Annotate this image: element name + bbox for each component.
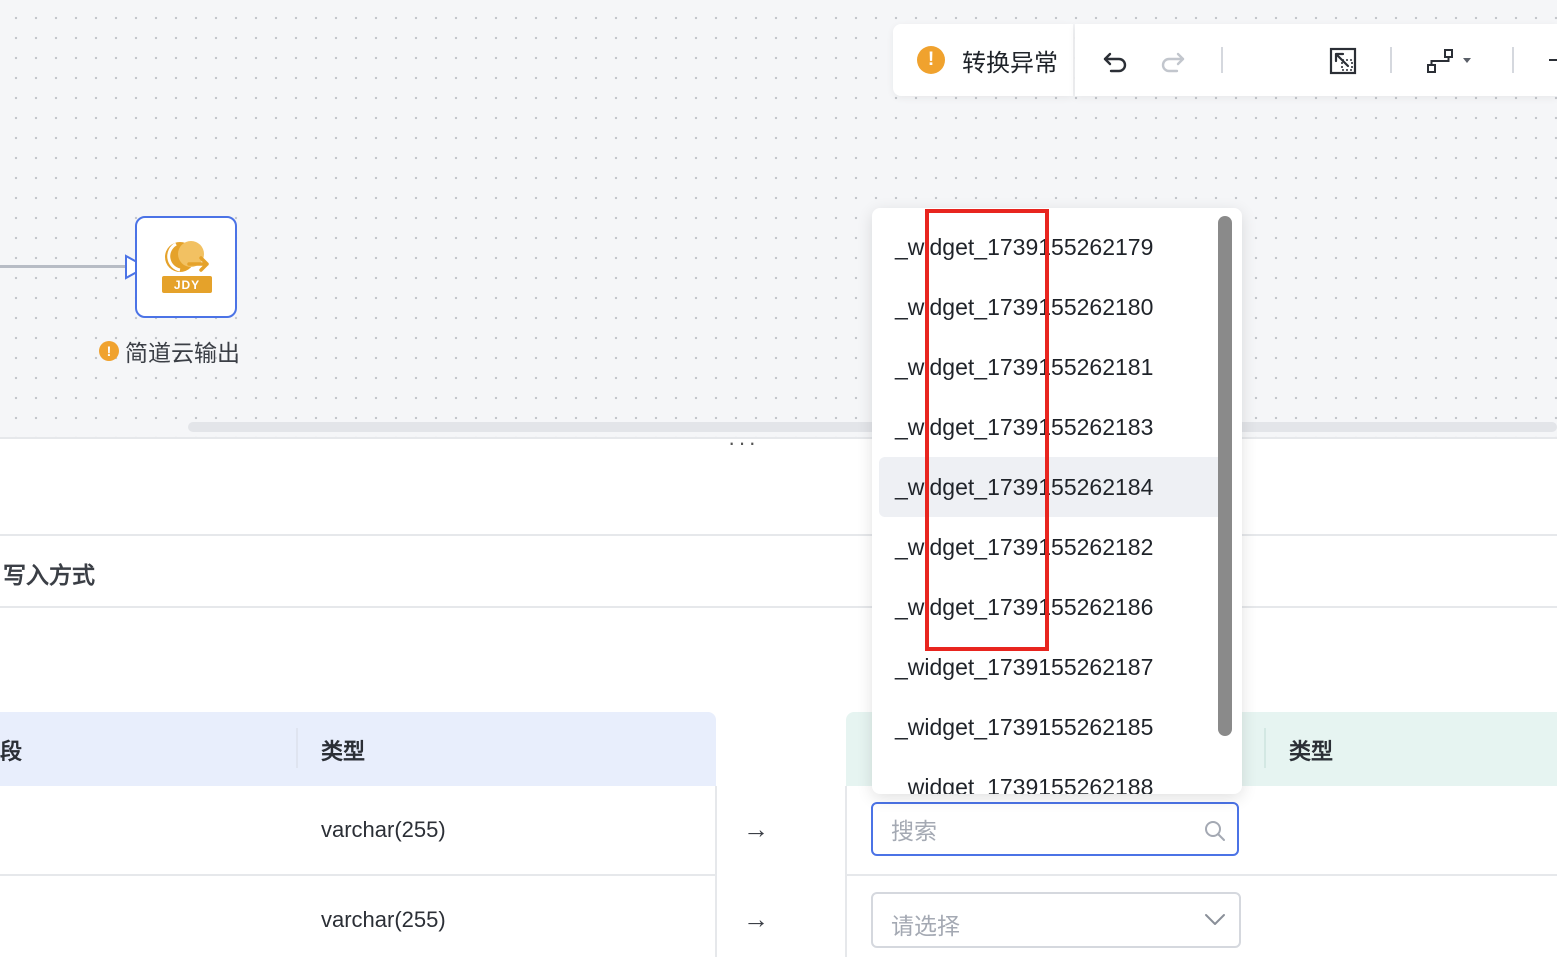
write-mode-label: 写入方式	[3, 562, 95, 588]
mapping-arrow-icon: →	[743, 904, 769, 934]
warning-icon: !	[99, 341, 119, 361]
field-search-input-wrapper[interactable]	[871, 802, 1239, 856]
table-row-type: varchar(255)	[321, 817, 446, 842]
node-label-text: 简道云输出	[125, 340, 240, 366]
chevron-down-icon	[1205, 914, 1225, 925]
conversion-status: ! 转换异常	[893, 24, 1073, 96]
divider	[0, 534, 1557, 536]
column-divider	[1264, 728, 1266, 768]
row-divider	[0, 874, 716, 876]
canvas-toolbar	[1075, 24, 1557, 96]
table-border	[845, 786, 847, 957]
mapping-arrow-icon: →	[743, 814, 769, 844]
toolbar-divider	[1390, 47, 1392, 73]
dropdown-option[interactable]: _widget_1739155262185	[879, 697, 1227, 757]
target-type-column-header: 类型	[1289, 739, 1334, 764]
divider	[0, 606, 1557, 608]
table-border	[715, 786, 717, 957]
divider	[0, 437, 1557, 439]
zoom-out-icon[interactable]	[1549, 59, 1557, 61]
type-column-header: 类型	[321, 739, 366, 764]
warning-icon: !	[917, 46, 945, 74]
connector-style-icon[interactable]	[1425, 46, 1473, 76]
field-search-input[interactable]	[889, 814, 1193, 848]
status-text: 转换异常	[962, 49, 1058, 77]
panel-resize-handle[interactable]: ···	[728, 430, 759, 456]
row-divider	[846, 874, 1557, 876]
undo-icon[interactable]	[1101, 46, 1131, 76]
node-label: ! 简道云输出	[99, 334, 240, 368]
highlight-annotation	[925, 209, 1049, 651]
jdy-badge: JDY	[173, 278, 201, 292]
target-field-select[interactable]: 请选择	[871, 892, 1241, 948]
column-divider	[296, 728, 298, 768]
dropdown-option[interactable]: _widget_1739155262188	[879, 757, 1227, 794]
search-icon	[1205, 821, 1225, 841]
select-placeholder: 请选择	[891, 913, 960, 939]
fit-view-icon[interactable]	[1328, 46, 1358, 76]
toolbar-divider	[1512, 47, 1514, 73]
redo-icon[interactable]	[1157, 46, 1187, 76]
jdy-output-node[interactable]: JDY	[135, 216, 237, 318]
chevron-down-icon	[1463, 58, 1471, 63]
field-column-header: 段	[0, 739, 23, 764]
dropdown-scrollbar[interactable]	[1218, 216, 1232, 736]
toolbar-divider	[1221, 47, 1223, 73]
connection-line	[0, 265, 125, 268]
table-row-type: varchar(255)	[321, 907, 446, 932]
